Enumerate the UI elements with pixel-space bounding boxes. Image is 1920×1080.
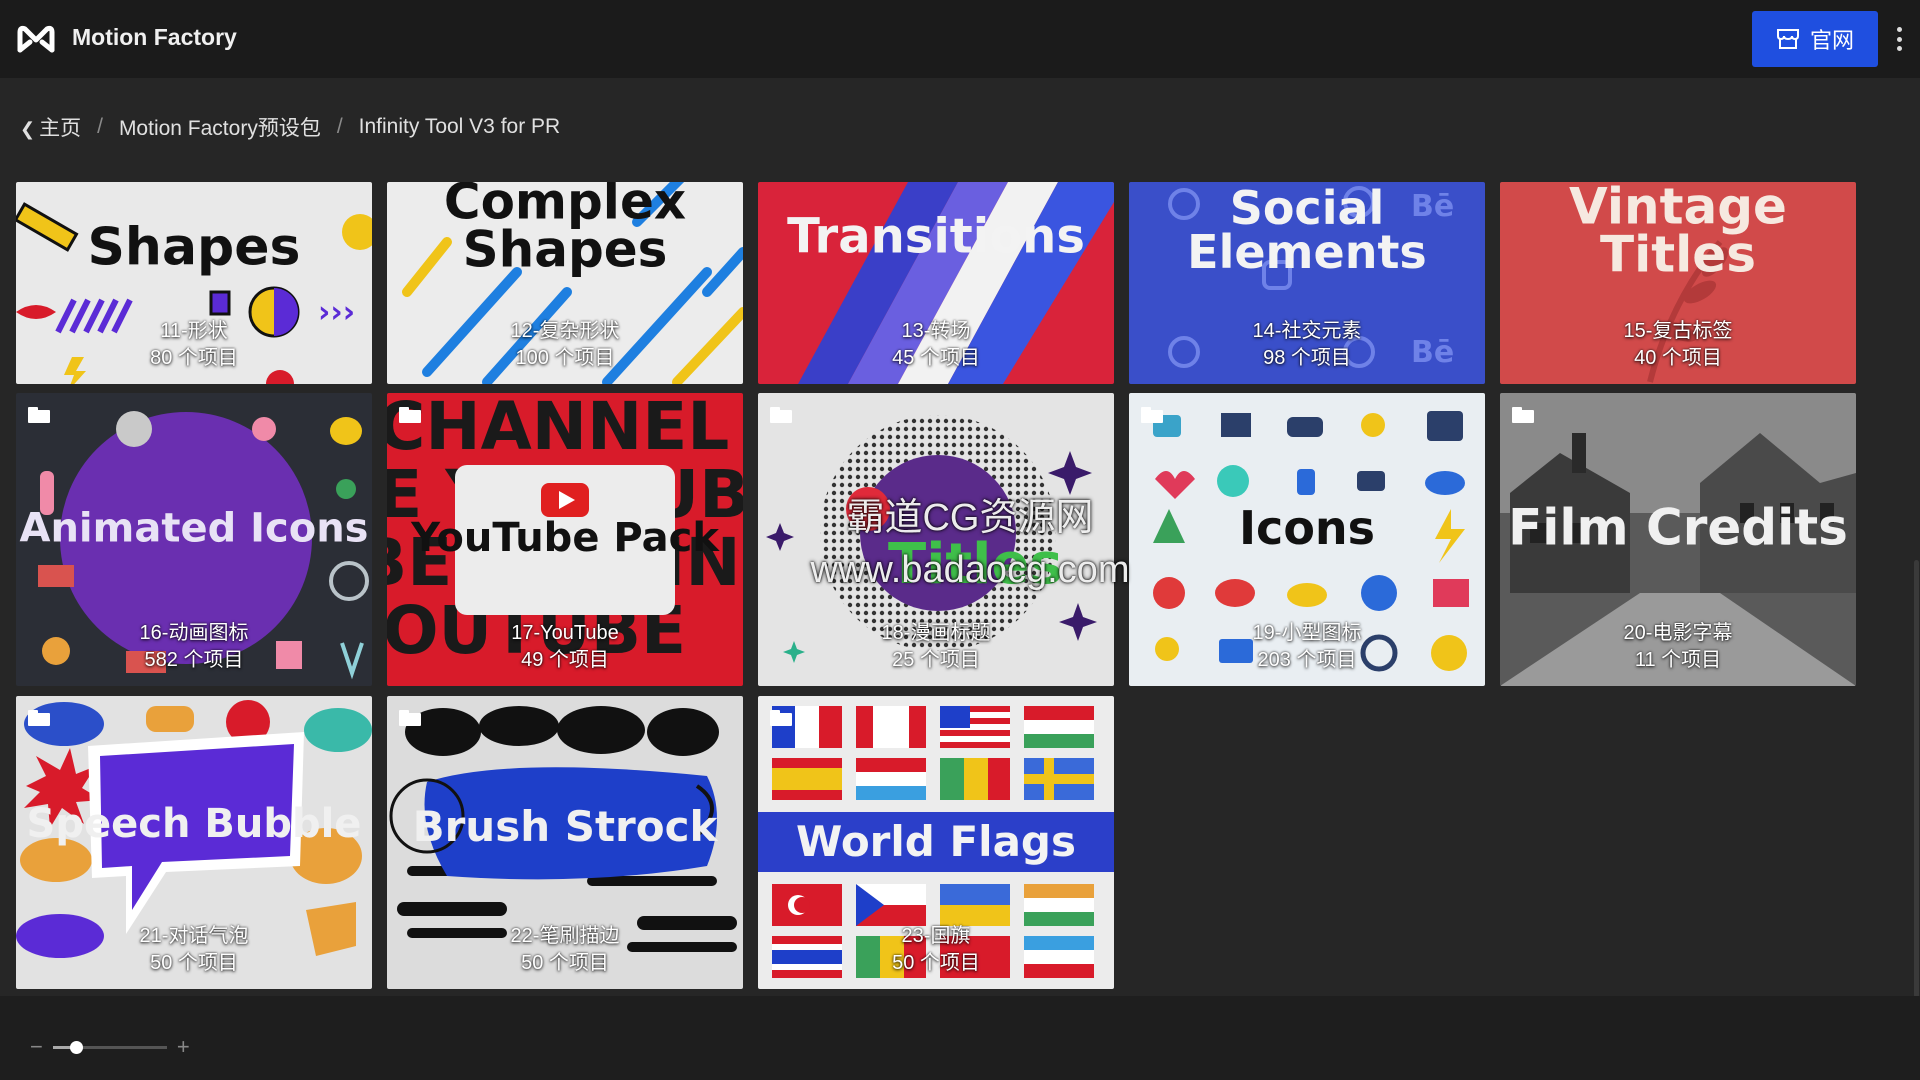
tile-caption: 16-动画图标 582 个项目	[16, 620, 372, 674]
tile-caption: 11-形状 80 个项目	[16, 318, 372, 372]
store-icon	[1776, 29, 1799, 49]
tile-icons[interactable]: Icons 19-小型图标 203 个项目	[1129, 393, 1485, 686]
tile-headline: World Flags	[796, 817, 1076, 867]
tile-world-flags[interactable]: World Flags 23-国旗 50 个项目	[758, 696, 1114, 989]
tile-count: 45 个项目	[892, 347, 980, 369]
tile-name: 23-国旗	[901, 925, 971, 947]
app-title: Motion Factory	[72, 24, 237, 50]
tile-complex-shapes[interactable]: Complex Shapes 12-复杂形状 100 个项目	[387, 182, 743, 384]
tile-headline: Icons	[1238, 500, 1376, 555]
tile-count: 11 个项目	[1634, 649, 1722, 671]
zoom-slider[interactable]	[52, 1040, 167, 1054]
breadcrumb-separator: /	[97, 115, 103, 138]
tile-name: 15-复古标签	[1623, 320, 1733, 342]
tile-name: 22-笔刷描边	[510, 925, 620, 947]
tile-name: 17-YouTube	[511, 622, 619, 644]
tile-name: 12-复杂形状	[510, 320, 620, 342]
tile-count: 80 个项目	[150, 347, 238, 369]
tile-caption: 22-笔刷描边 50 个项目	[387, 923, 743, 977]
tile-count: 203 个项目	[1257, 649, 1357, 671]
tile-vintage-titles[interactable]: Vintage Titles 15-复古标签 40 个项目	[1500, 182, 1856, 384]
folder-icon	[399, 710, 421, 726]
tile-name: 19-小型图标	[1252, 622, 1362, 644]
tile-headline: Complex Shapes	[443, 182, 687, 278]
tile-headline: Vintage Titles	[1569, 182, 1787, 283]
tile-youtube[interactable]: CHANNEL BE YOUTUBE BE CHANNEL YOUTUBE Yo…	[387, 393, 743, 686]
tile-name: 16-动画图标	[139, 622, 249, 644]
tile-headline: Transitions	[787, 208, 1085, 265]
tile-headline: Social Elements	[1187, 182, 1427, 279]
more-options-icon[interactable]	[1888, 24, 1910, 54]
tile-count: 50 个项目	[150, 952, 238, 974]
breadcrumb-home[interactable]: ❮ 主页	[20, 112, 81, 142]
tile-name: 13-转场	[901, 320, 971, 342]
folder-icon	[28, 710, 50, 726]
tile-caption: 23-国旗 50 个项目	[758, 923, 1114, 977]
tile-caption: 18-漫画标题 25 个项目	[758, 620, 1114, 674]
tile-caption: 13-转场 45 个项目	[758, 318, 1114, 372]
zoom-in-button[interactable]: +	[177, 1034, 190, 1060]
tile-count: 25 个项目	[892, 649, 980, 671]
tile-count: 40 个项目	[1634, 347, 1722, 369]
tile-count: 50 个项目	[892, 952, 980, 974]
breadcrumb-current[interactable]: Infinity Tool V3 for PR	[359, 115, 561, 139]
folder-icon	[1512, 407, 1534, 423]
tile-caption: 20-电影字幕 11 个项目	[1500, 620, 1856, 674]
folder-icon	[28, 407, 50, 423]
tile-count: 100 个项目	[515, 347, 615, 369]
tile-count: 582 个项目	[144, 649, 244, 671]
tile-name: 18-漫画标题	[881, 622, 991, 644]
folder-icon	[770, 710, 792, 726]
tile-speech-bubble[interactable]: Speech Bubble 21-对话气泡 50 个项目	[16, 696, 372, 989]
chevron-left-icon: ❮	[20, 119, 36, 139]
tile-caption: 14-社交元素 98 个项目	[1129, 318, 1485, 372]
vertical-scrollbar[interactable]	[1914, 560, 1919, 998]
breadcrumb: ❮ 主页 / Motion Factory预设包 / Infinity Tool …	[20, 112, 560, 142]
tile-name: 21-对话气泡	[139, 925, 249, 947]
tile-caption: 21-对话气泡 50 个项目	[16, 923, 372, 977]
tile-headline: Brush Strock	[412, 801, 718, 851]
official-site-label: 官网	[1809, 28, 1854, 53]
tile-headline: Film Credits	[1508, 497, 1848, 556]
tile-caption: 15-复古标签 40 个项目	[1500, 318, 1856, 372]
tile-social-elements[interactable]: Bē Bē Social Elements 14-社交元素 98 个项目	[1129, 182, 1485, 384]
tile-caption: 17-YouTube 49 个项目	[387, 620, 743, 674]
zoom-slider-handle[interactable]	[69, 1040, 83, 1054]
breadcrumb-home-label: 主页	[39, 117, 82, 140]
svg-text:CHANNEL: CHANNEL	[387, 393, 729, 465]
zoom-out-button[interactable]: −	[30, 1034, 43, 1060]
bottom-bar	[0, 996, 1920, 1080]
tile-headline: YouTube Pack	[411, 514, 719, 561]
tile-count: 50 个项目	[521, 952, 609, 974]
svg-text:Titles: Titles	[888, 532, 1063, 597]
tile-caption: 12-复杂形状 100 个项目	[387, 318, 743, 372]
tile-transitions[interactable]: Transitions 13-转场 45 个项目	[758, 182, 1114, 384]
folder-icon	[1141, 407, 1163, 423]
zoom-control: − +	[30, 1034, 190, 1060]
tile-film-credits[interactable]: Film Credits 20-电影字幕 11 个项目	[1500, 393, 1856, 686]
tile-headline: Animated Icons	[19, 505, 369, 552]
tile-headline: Speech Bubble	[26, 800, 362, 847]
tile-shapes[interactable]: ››› Shapes 11-形状 80 个项目	[16, 182, 372, 384]
tile-name: 20-电影字幕	[1623, 622, 1733, 644]
tile-count: 98 个项目	[1263, 347, 1351, 369]
tile-caption: 19-小型图标 203 个项目	[1129, 620, 1485, 674]
tile-headline: Shapes	[87, 217, 301, 278]
tile-count: 49 个项目	[521, 649, 609, 671]
folder-icon	[399, 407, 421, 423]
top-bar: Motion Factory 官网	[0, 0, 1920, 78]
tile-animated-icons[interactable]: Animated Icons 16-动画图标 582 个项目	[16, 393, 372, 686]
official-site-button[interactable]: 官网	[1752, 11, 1878, 67]
folder-icon	[770, 407, 792, 423]
tile-comic-titles[interactable]: Titles 18-漫画标题 25 个项目	[758, 393, 1114, 686]
tile-name: 11-形状	[160, 320, 228, 342]
tile-name: 14-社交元素	[1252, 320, 1362, 342]
tile-brush-strock[interactable]: Brush Strock 22-笔刷描边 50 个项目	[387, 696, 743, 989]
breadcrumb-separator: /	[336, 115, 343, 138]
motion-factory-logo-icon	[17, 25, 55, 53]
breadcrumb-presets[interactable]: Motion Factory预设包	[119, 112, 321, 142]
